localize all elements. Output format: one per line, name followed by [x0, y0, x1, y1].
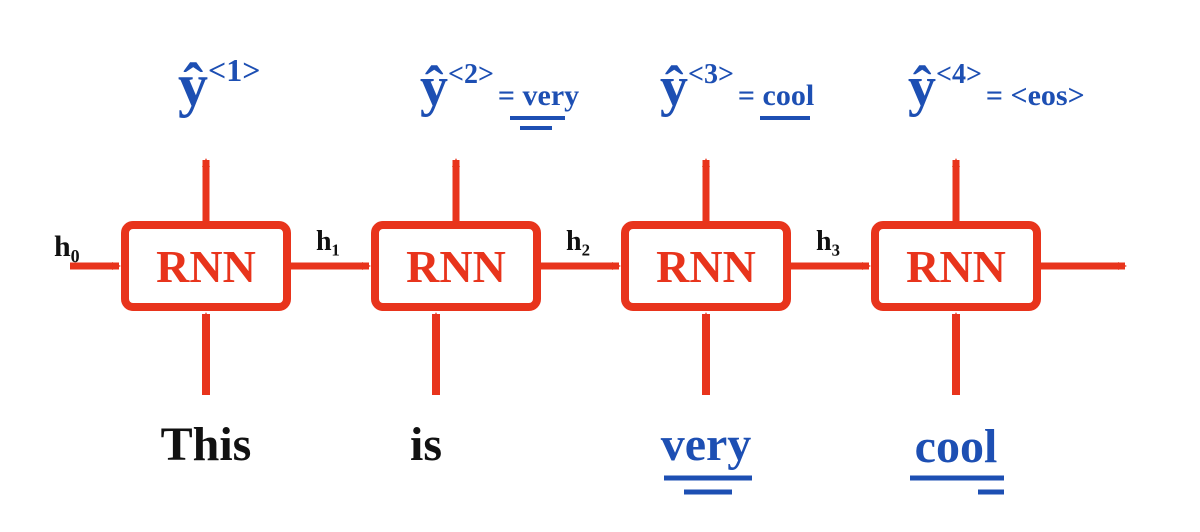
input-x4: cool [915, 420, 998, 473]
output-y3: ŷ<3>= cool [660, 56, 814, 118]
input-x3: very [661, 418, 752, 471]
rnn-cell-3-label: RNN [656, 241, 756, 292]
rnn-cell-2-label: RNN [406, 241, 506, 292]
rnn-cell-4-label: RNN [906, 241, 1006, 292]
input-x1: This [161, 418, 252, 471]
input-x2: is [410, 418, 442, 471]
rnn-unrolled-diagram: RNN RNN RNN RNN h₀ h₁ h₂ h₃ ŷ<1> ŷ<2>= v… [0, 0, 1200, 532]
h3-label: h₃ [816, 226, 840, 257]
output-y4: ŷ<4>= <eos> [908, 56, 1085, 118]
h2-label: h₂ [566, 226, 590, 257]
h0-label: h₀ [54, 230, 80, 263]
output-y2: ŷ<2>= very [420, 56, 579, 118]
h1-label: h₁ [316, 226, 340, 257]
rnn-cell-1-label: RNN [156, 241, 256, 292]
output-y1: ŷ<1> [178, 52, 260, 118]
